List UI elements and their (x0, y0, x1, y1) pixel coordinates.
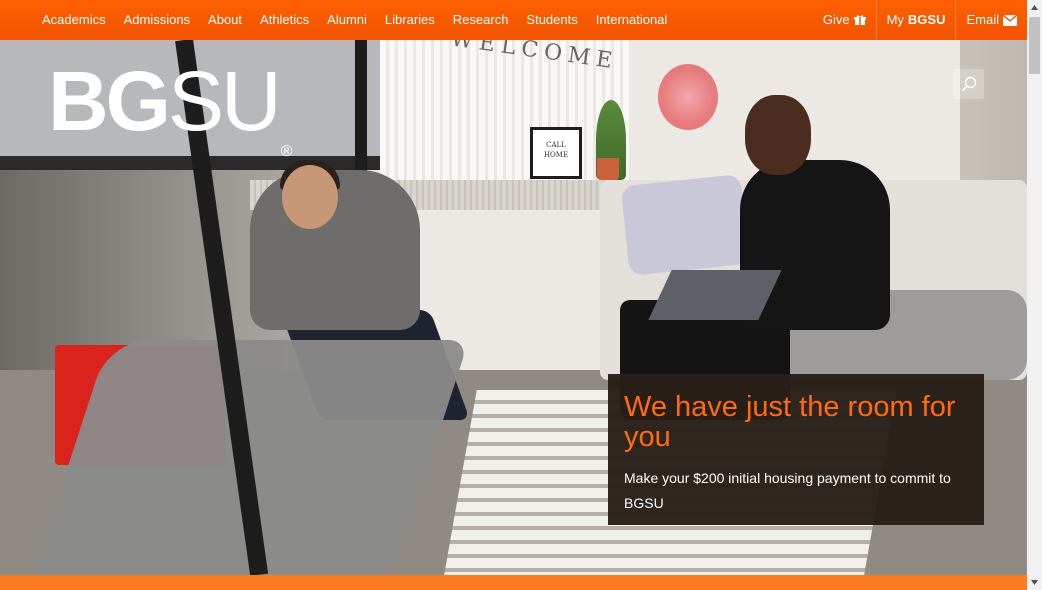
hero-pot (597, 158, 619, 180)
give-label: Give (822, 12, 850, 27)
hero-wall-art (658, 64, 718, 130)
nav-link-admissions[interactable]: Admissions (124, 0, 190, 40)
give-link[interactable]: Give (813, 0, 876, 40)
nav-link-students[interactable]: Students (526, 0, 577, 40)
email-label: Email (966, 12, 999, 27)
logo-registered: ® (280, 143, 293, 160)
top-navigation: Academics Admissions About Athletics Alu… (0, 0, 1027, 40)
nav-link-academics[interactable]: Academics (42, 0, 106, 40)
hero-person1-head (282, 165, 338, 229)
gift-icon (853, 14, 866, 26)
nav-link-alumni[interactable]: Alumni (327, 0, 367, 40)
callout-title: We have just the room for you (624, 391, 956, 453)
mybgsu-prefix: My (886, 12, 904, 27)
logo-su: SU (168, 54, 282, 148)
search-icon (961, 76, 977, 92)
call-home-frame: CALL HOME (530, 127, 582, 179)
primary-nav: Academics Admissions About Athletics Alu… (42, 0, 685, 40)
email-link[interactable]: Email (955, 0, 1027, 40)
nav-link-libraries[interactable]: Libraries (385, 0, 435, 40)
nav-link-international[interactable]: International (596, 0, 668, 40)
hero-laptop (648, 270, 782, 320)
nav-link-athletics[interactable]: Athletics (260, 0, 309, 40)
envelope-icon (1003, 14, 1017, 26)
nav-link-about[interactable]: About (208, 0, 242, 40)
logo-bg: BG (48, 54, 171, 148)
scroll-up-arrow-icon[interactable] (1027, 0, 1042, 15)
orange-bottom-bar (0, 575, 1027, 590)
hero-person2-head (745, 95, 811, 175)
mybgsu-bold: BGSU (907, 12, 946, 27)
hero-callout[interactable]: We have just the room for you Make your … (608, 374, 984, 525)
vertical-scrollbar[interactable] (1027, 0, 1042, 590)
scrollbar-thumb[interactable] (1029, 17, 1040, 74)
mybgsu-link[interactable]: My BGSU (875, 0, 956, 40)
nav-link-research[interactable]: Research (453, 0, 509, 40)
bgsu-logo[interactable]: BG SU ® (48, 54, 293, 160)
utility-nav: Give My BGSU Email (813, 0, 1027, 40)
hero-pillow (620, 173, 750, 277)
scroll-down-arrow-icon[interactable] (1027, 575, 1042, 590)
hero-image: WELCOME CALL HOME BG SU ® We have just t… (0, 40, 1027, 575)
callout-text: Make your $200 initial housing payment t… (624, 470, 951, 511)
search-button[interactable] (954, 69, 984, 99)
